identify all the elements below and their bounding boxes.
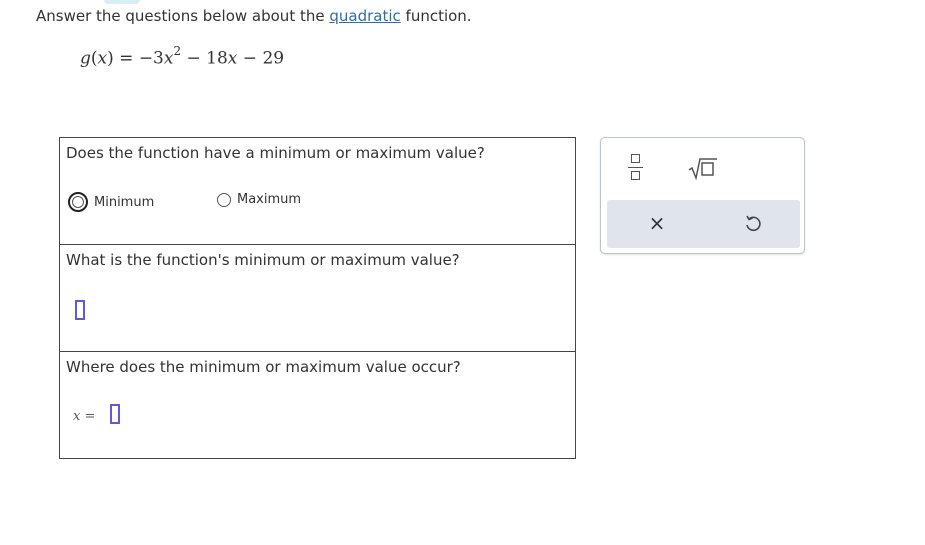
clear-icon[interactable]: × xyxy=(647,211,667,235)
eq-term2: − 18 xyxy=(181,48,228,69)
toolbox-action-row: × xyxy=(607,200,800,248)
question-text-1: Does the function have a minimum or maxi… xyxy=(66,144,485,162)
eq-function-name: g xyxy=(80,48,91,69)
question-text-3: Where does the minimum or maximum value … xyxy=(66,358,461,376)
extreme-value-input[interactable] xyxy=(75,300,85,320)
sqrt-icon[interactable] xyxy=(688,156,718,181)
maximum-label: Maximum xyxy=(237,192,302,207)
x-variable: x xyxy=(73,409,81,424)
maximum-option[interactable]: Maximum xyxy=(217,192,301,207)
sqrt-glyph xyxy=(688,158,717,181)
function-equation: g(x) = −3x2 − 18x − 29 xyxy=(80,44,285,69)
eq-var2: x xyxy=(227,48,238,69)
x-value-input[interactable] xyxy=(110,404,120,424)
x-equals-label: x = xyxy=(73,409,95,424)
top-tab-indicator xyxy=(104,0,140,4)
undo-glyph xyxy=(746,215,761,232)
minimum-label: Minimum xyxy=(94,194,155,210)
question-text-2: What is the function's minimum or maximu… xyxy=(66,251,460,269)
eq-exponent: 2 xyxy=(173,44,182,58)
question-panel: Does the function have a minimum or maxi… xyxy=(59,137,576,459)
question-min-max-type: Does the function have a minimum or maxi… xyxy=(60,138,575,245)
instructions-prefix: Answer the questions below about the xyxy=(36,7,330,25)
minimum-radio[interactable] xyxy=(68,192,88,212)
fraction-bar xyxy=(628,166,643,168)
eq-term3: − 29 xyxy=(237,48,285,69)
eq-argument: x xyxy=(97,48,108,69)
quadratic-link[interactable]: quadratic xyxy=(329,7,400,25)
question-extreme-value: What is the function's minimum or maximu… xyxy=(60,245,575,352)
fraction-numerator-box xyxy=(631,154,640,163)
math-toolbox: × xyxy=(600,137,805,254)
equals-sign: = xyxy=(84,409,96,424)
instructions: Answer the questions below about the qua… xyxy=(36,7,472,25)
maximum-radio[interactable] xyxy=(217,192,231,207)
instructions-suffix: function. xyxy=(400,7,472,25)
undo-icon[interactable] xyxy=(743,214,763,234)
fraction-denominator-box xyxy=(631,171,640,180)
minimum-option[interactable]: Minimum xyxy=(68,192,154,212)
question-extreme-location: Where does the minimum or maximum value … xyxy=(60,352,575,458)
eq-coef1: −3 xyxy=(138,48,164,69)
fraction-icon[interactable] xyxy=(628,152,644,184)
